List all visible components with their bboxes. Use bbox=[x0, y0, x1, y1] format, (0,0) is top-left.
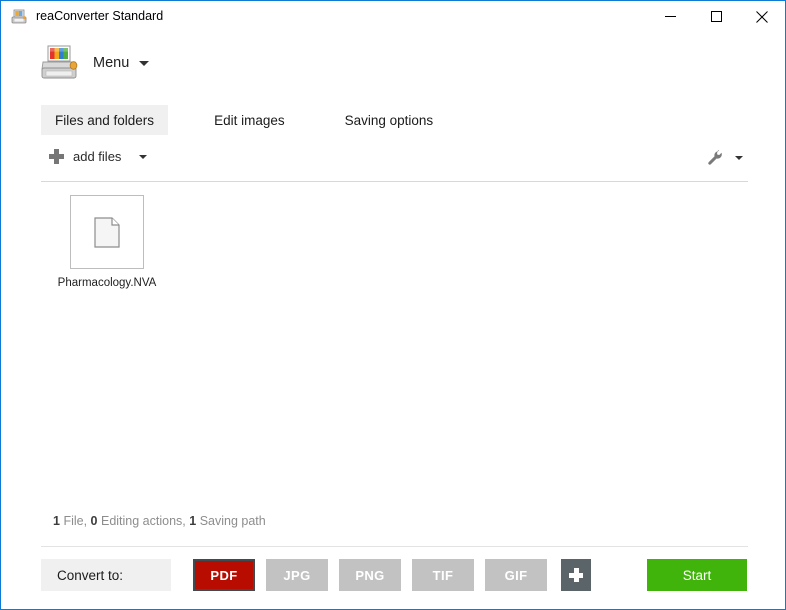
window-controls bbox=[647, 1, 785, 32]
status-saving-count: 1 bbox=[189, 514, 197, 528]
plus-icon bbox=[49, 149, 64, 164]
tab-label: Edit images bbox=[214, 112, 285, 128]
wrench-icon bbox=[706, 149, 724, 167]
add-format-button[interactable] bbox=[561, 559, 591, 591]
file-list-area[interactable]: Pharmacology.NVA bbox=[41, 183, 748, 503]
title-bar: reaConverter Standard bbox=[1, 1, 785, 32]
tab-label: Saving options bbox=[344, 112, 434, 128]
tab-saving-options[interactable]: Saving options bbox=[331, 105, 448, 135]
chevron-down-icon[interactable] bbox=[139, 154, 148, 159]
format-button-group: PDF JPG PNG TIF GIF bbox=[193, 559, 591, 591]
printer-scanner-logo[interactable] bbox=[39, 45, 79, 83]
window-title: reaConverter Standard bbox=[36, 9, 164, 24]
toolbar-divider bbox=[41, 181, 748, 182]
list-item[interactable]: Pharmacology.NVA bbox=[55, 195, 159, 290]
tab-label: Files and folders bbox=[55, 112, 155, 128]
close-button[interactable] bbox=[739, 1, 785, 32]
tab-bar: Files and folders Edit images Saving opt… bbox=[41, 105, 447, 135]
convert-to-label: Convert to: bbox=[41, 559, 171, 591]
format-label: TIF bbox=[432, 567, 454, 583]
start-button[interactable]: Start bbox=[647, 559, 747, 591]
minimize-button[interactable] bbox=[647, 1, 693, 32]
status-summary: 1 File, 0 Editing actions, 1 Saving path bbox=[53, 515, 266, 528]
files-toolbar: add files bbox=[41, 145, 747, 175]
format-button-pdf[interactable]: PDF bbox=[193, 559, 255, 591]
toolbar-settings-button[interactable] bbox=[702, 147, 747, 169]
tab-edit-images[interactable]: Edit images bbox=[200, 105, 299, 135]
add-files-button[interactable]: add files bbox=[45, 147, 151, 166]
add-files-label: add files bbox=[73, 149, 122, 164]
start-button-label: Start bbox=[682, 567, 712, 583]
application-window: reaConverter Standard Menu Files and fol… bbox=[0, 0, 786, 610]
document-icon bbox=[94, 216, 120, 248]
bottom-bar: Convert to: PDF JPG PNG TIF GIF Start bbox=[1, 554, 785, 609]
bottom-divider bbox=[41, 546, 748, 547]
format-label: PNG bbox=[355, 567, 385, 583]
tab-files-and-folders[interactable]: Files and folders bbox=[41, 105, 169, 135]
status-file-count: 1 bbox=[53, 514, 60, 528]
chevron-down-icon[interactable] bbox=[735, 156, 743, 160]
plus-icon bbox=[569, 568, 583, 582]
status-editing-label: Editing actions, bbox=[100, 514, 186, 528]
menu-button[interactable]: Menu bbox=[87, 53, 155, 74]
menu-bar: Menu bbox=[1, 32, 785, 94]
format-button-gif[interactable]: GIF bbox=[485, 559, 547, 591]
format-label: PDF bbox=[210, 567, 238, 583]
format-label: GIF bbox=[504, 567, 528, 583]
format-label: JPG bbox=[283, 567, 311, 583]
file-name-label: Pharmacology.NVA bbox=[57, 277, 157, 289]
format-button-tif[interactable]: TIF bbox=[412, 559, 474, 591]
maximize-button[interactable] bbox=[693, 1, 739, 32]
format-button-jpg[interactable]: JPG bbox=[266, 559, 328, 591]
status-file-label: File, bbox=[63, 514, 88, 528]
chevron-down-icon bbox=[139, 60, 150, 66]
status-editing-count: 0 bbox=[90, 514, 98, 528]
format-button-png[interactable]: PNG bbox=[339, 559, 401, 591]
printer-scanner-icon bbox=[10, 8, 28, 26]
status-saving-label: Saving path bbox=[199, 514, 266, 528]
menu-button-label: Menu bbox=[93, 55, 130, 71]
file-thumbnail[interactable] bbox=[70, 195, 144, 269]
